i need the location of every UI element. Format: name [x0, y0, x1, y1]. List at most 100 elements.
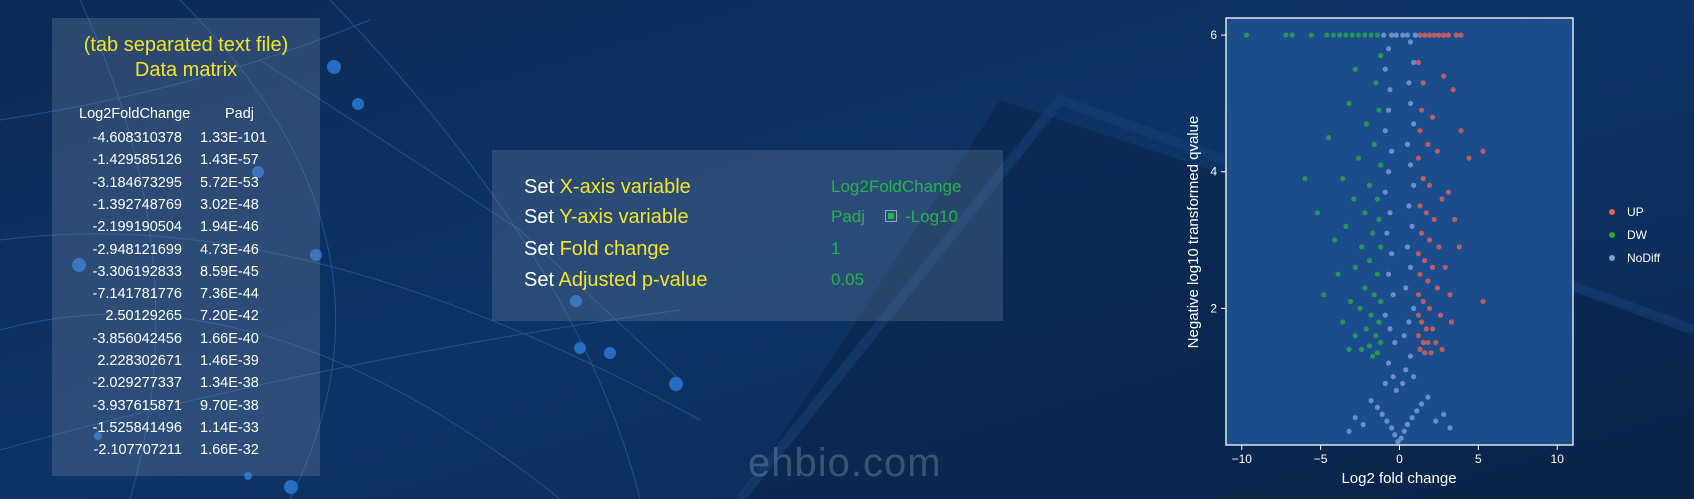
point-nodiff: [1385, 46, 1392, 52]
point-nodiff: [1368, 398, 1374, 404]
point-up: [1437, 312, 1444, 318]
point-nodiff: [1401, 428, 1407, 434]
point-nodiff: [1387, 326, 1393, 332]
point-dw: [1340, 319, 1346, 325]
point-up: [1415, 292, 1421, 298]
point-dw: [1362, 32, 1368, 38]
x-axis-label: Log2 fold change: [1341, 470, 1456, 487]
point-nodiff: [1393, 32, 1399, 38]
point-dw: [1346, 100, 1352, 106]
point-dw: [1351, 196, 1357, 202]
point-dw: [1371, 292, 1377, 298]
point-dw: [1352, 264, 1358, 270]
point-dw: [1366, 182, 1373, 188]
x-tick-label: 5: [1475, 452, 1482, 466]
legend-marker-up: [1609, 209, 1615, 215]
point-up: [1453, 32, 1459, 38]
point-nodiff: [1385, 360, 1392, 366]
point-up: [1448, 319, 1455, 325]
point-dw: [1370, 353, 1376, 359]
point-nodiff: [1404, 141, 1410, 147]
legend-label-nodiff: NoDiff: [1627, 251, 1661, 265]
point-dw: [1378, 339, 1384, 346]
point-dw: [1374, 350, 1380, 356]
point-dw: [1363, 326, 1369, 332]
point-nodiff: [1352, 415, 1358, 421]
point-dw: [1378, 244, 1384, 250]
volcano-plot: −10 −5 0 5 10 2 4 6 Log2 fold change Negative l…: [1185, 17, 1661, 487]
point-nodiff: [1404, 244, 1410, 250]
point-nodiff: [1384, 230, 1390, 236]
point-nodiff: [1400, 380, 1406, 387]
point-up: [1450, 87, 1456, 93]
point-up: [1420, 80, 1426, 86]
point-up: [1434, 285, 1440, 291]
legend-marker-nodiff: [1609, 255, 1615, 261]
point-up: [1417, 32, 1423, 38]
point-up: [1430, 326, 1436, 332]
point-up: [1425, 339, 1431, 346]
point-dw: [1378, 53, 1384, 59]
point-nodiff: [1407, 162, 1414, 168]
point-dw: [1283, 32, 1289, 38]
point-dw: [1352, 333, 1358, 339]
point-nodiff: [1406, 319, 1412, 325]
point-up: [1425, 278, 1431, 284]
point-dw: [1324, 32, 1330, 38]
point-dw: [1340, 176, 1346, 182]
point-up: [1415, 312, 1421, 318]
point-nodiff: [1387, 87, 1393, 93]
point-dw: [1366, 343, 1373, 349]
point-nodiff: [1389, 251, 1395, 257]
point-nodiff: [1411, 305, 1417, 311]
point-up: [1452, 216, 1458, 223]
point-up: [1436, 244, 1442, 250]
point-up: [1415, 251, 1421, 257]
y-tick-label: 6: [1210, 28, 1217, 42]
point-up: [1441, 73, 1447, 79]
point-up: [1434, 148, 1440, 154]
point-up: [1415, 155, 1421, 161]
point-up: [1417, 346, 1423, 352]
point-up: [1433, 339, 1439, 346]
point-up: [1425, 141, 1431, 147]
point-up: [1419, 319, 1425, 325]
point-nodiff: [1382, 189, 1388, 195]
point-dw: [1348, 298, 1354, 305]
point-nodiff: [1385, 271, 1392, 277]
point-nodiff: [1433, 418, 1439, 424]
plot-area: [1225, 17, 1574, 446]
point-dw: [1321, 292, 1327, 298]
point-up: [1439, 196, 1445, 202]
point-nodiff: [1385, 107, 1392, 113]
point-dw: [1376, 107, 1382, 113]
point-dw: [1359, 244, 1365, 250]
point-dw: [1370, 230, 1376, 236]
point-nodiff: [1407, 353, 1414, 359]
point-up: [1419, 107, 1425, 113]
point-dw: [1368, 32, 1374, 38]
point-nodiff: [1346, 428, 1352, 434]
point-dw: [1378, 298, 1384, 305]
point-up: [1423, 326, 1429, 332]
point-dw: [1243, 32, 1250, 38]
point-nodiff: [1412, 32, 1418, 38]
point-dw: [1378, 162, 1384, 168]
point-nodiff: [1403, 285, 1409, 291]
point-up: [1417, 128, 1423, 134]
point-up: [1426, 32, 1433, 38]
point-nodiff: [1390, 374, 1396, 380]
point-up: [1430, 114, 1436, 120]
point-dw: [1374, 271, 1380, 277]
point-nodiff: [1389, 32, 1395, 38]
point-up: [1428, 350, 1434, 356]
point-up: [1415, 59, 1421, 65]
point-dw: [1376, 319, 1382, 325]
point-nodiff: [1390, 292, 1396, 298]
point-up: [1419, 230, 1425, 236]
point-dw: [1373, 80, 1379, 86]
point-dw: [1314, 210, 1321, 216]
point-nodiff: [1384, 418, 1390, 424]
point-dw: [1362, 285, 1368, 291]
point-nodiff: [1411, 121, 1417, 127]
